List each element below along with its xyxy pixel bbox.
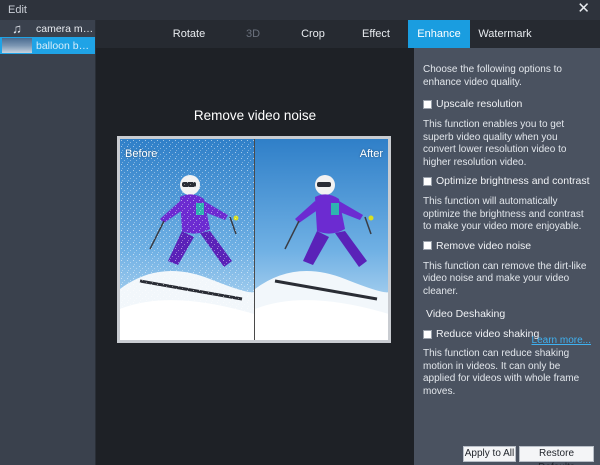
edit-tabs: Rotate 3D Crop Effect Enhance Watermark (96, 20, 600, 48)
apply-to-all-button[interactable]: Apply to All (463, 446, 516, 462)
upscale-resolution-checkbox[interactable] (423, 99, 432, 109)
title-bar: Edit ✕ (0, 0, 600, 20)
brightness-description: This function will automatically optimiz… (423, 196, 584, 232)
file-name: camera man-... (36, 22, 94, 35)
tab-enhance[interactable]: Enhance (408, 20, 470, 48)
file-item-camera-man[interactable]: ♫ camera man-... (0, 20, 95, 37)
file-list: ♫ camera man-... balloon beaut... (0, 20, 96, 465)
upscale-description: This function enables you to get superb … (423, 119, 567, 168)
preview-heading: Remove video noise (193, 108, 317, 123)
file-name: balloon beaut... (36, 39, 94, 52)
tab-rotate[interactable]: Rotate (154, 20, 224, 48)
shaking-description: This function can reduce shaking motion … (423, 348, 580, 397)
skier-image-clean (255, 139, 388, 340)
upscale-resolution-option[interactable]: Upscale resolution (423, 98, 592, 110)
deshaking-section-title: Video Deshaking (426, 308, 506, 320)
option-label: Remove video noise (436, 239, 532, 252)
restore-defaults-button[interactable]: Restore Defaults (519, 446, 594, 465)
skier-image-noisy (120, 139, 255, 340)
tab-crop[interactable]: Crop (282, 20, 344, 48)
before-image: Before (120, 139, 255, 340)
after-label: After (359, 148, 383, 160)
option-label: Upscale resolution (436, 98, 523, 110)
close-icon[interactable]: ✕ (577, 1, 590, 17)
noise-description: This function can remove the dirt-like v… (423, 260, 587, 297)
optimize-brightness-checkbox[interactable] (423, 176, 432, 186)
preview-area: Remove video noise Before After (96, 48, 414, 465)
remove-noise-checkbox[interactable] (423, 241, 432, 250)
tab-3d: 3D (245, 28, 261, 40)
enhance-panel: Choose the following options to enhance … (414, 48, 600, 465)
tab-effect[interactable]: Effect (344, 20, 408, 48)
remove-noise-option[interactable]: Remove video noise (423, 240, 592, 252)
optimize-brightness-option[interactable]: Optimize brightness and contrast (423, 175, 592, 187)
intro-text: Choose the following options to enhance … (423, 64, 562, 88)
music-note-icon: ♫ (12, 21, 22, 36)
file-item-balloon[interactable]: balloon beaut... (0, 37, 95, 54)
before-after-compare: Before After (117, 136, 391, 343)
tab-watermark[interactable]: Watermark (470, 20, 540, 48)
option-label: Optimize brightness and contrast (436, 175, 590, 187)
before-label: Before (125, 148, 158, 160)
after-image: After (255, 139, 388, 340)
option-label: Reduce video shaking (436, 328, 540, 340)
learn-more-link[interactable]: Learn more... (532, 335, 591, 346)
window-title: Edit (8, 4, 27, 16)
video-thumbnail (2, 38, 32, 53)
reduce-shaking-checkbox[interactable] (423, 329, 432, 339)
